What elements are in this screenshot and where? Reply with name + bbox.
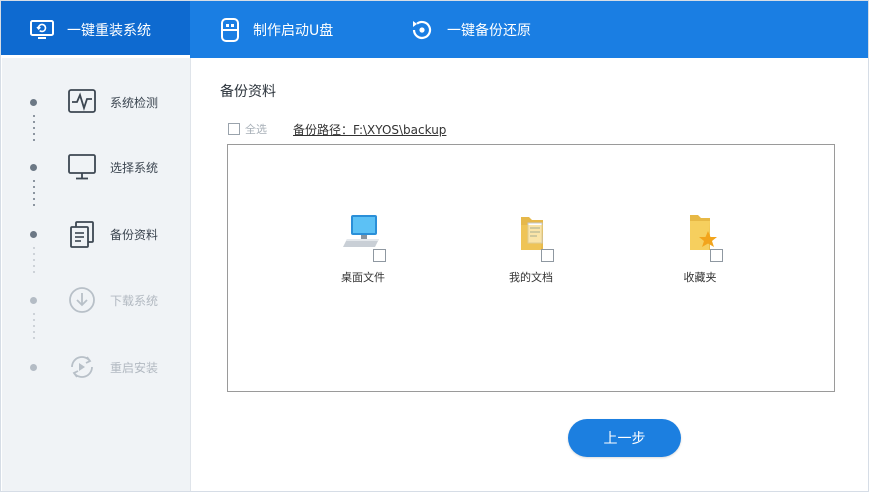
monitor-refresh-icon — [29, 19, 55, 41]
file-label: 桌面文件 — [341, 271, 385, 284]
documents-icon — [66, 218, 98, 250]
step-connector — [33, 313, 35, 343]
step-reboot-install: 重启安装 — [2, 347, 190, 387]
steps-sidebar: 系统检测 选择系统 备份资料 下载系统 重启安装 — [2, 58, 191, 491]
download-icon — [66, 284, 98, 316]
step-system-check: 系统检测 — [2, 82, 190, 122]
tab-make-boot-usb[interactable]: 制作启动U盘 — [219, 1, 379, 58]
step-download-system: 下载系统 — [2, 280, 190, 320]
file-item-desktop[interactable]: 桌面文件 — [323, 211, 403, 291]
file-checkbox[interactable] — [373, 249, 386, 262]
restore-icon — [409, 17, 435, 43]
reboot-icon — [66, 351, 98, 383]
step-connector — [33, 180, 35, 210]
tab-one-click-reinstall[interactable]: 一键重装系统 — [1, 1, 190, 58]
backup-file-panel: 桌面文件 我的文档 收藏夹 — [227, 144, 835, 392]
pulse-monitor-icon — [66, 86, 98, 118]
select-all-checkbox[interactable]: 全选 — [228, 121, 267, 137]
select-all-label: 全选 — [245, 123, 267, 136]
step-dot — [30, 297, 37, 304]
step-dot — [30, 364, 37, 371]
step-dot — [30, 164, 37, 171]
step-backup-data: 备份资料 — [2, 214, 190, 254]
file-item-my-documents[interactable]: 我的文档 — [491, 211, 571, 291]
file-item-favorites[interactable]: 收藏夹 — [660, 211, 740, 291]
checkbox-box[interactable] — [228, 123, 240, 135]
app-window: 一键重装系统 制作启动U盘 一键备份还原 系统检测 选择系统 备份资料 下载系统… — [0, 0, 869, 492]
top-nav-bar: 一键重装系统 制作启动U盘 一键备份还原 — [1, 1, 868, 58]
tab-backup-restore[interactable]: 一键备份还原 — [409, 1, 579, 58]
step-label: 选择系统 — [110, 161, 159, 175]
step-label: 下载系统 — [110, 294, 159, 308]
tab-label: 一键备份还原 — [447, 22, 531, 39]
step-select-system: 选择系统 — [2, 147, 190, 187]
file-checkbox[interactable] — [710, 249, 723, 262]
step-connector — [33, 247, 35, 277]
page-title: 备份资料 — [220, 84, 276, 100]
file-label: 收藏夹 — [683, 271, 717, 284]
file-checkbox[interactable] — [541, 249, 554, 262]
step-label: 重启安装 — [110, 361, 159, 375]
step-dot — [30, 99, 37, 106]
backup-path-link[interactable]: 备份路径：F:\XYOS\backup — [293, 121, 446, 138]
step-dot — [30, 231, 37, 238]
step-connector — [33, 115, 35, 145]
step-label: 系统检测 — [110, 96, 159, 110]
usb-drive-icon — [219, 17, 241, 43]
tab-label: 制作启动U盘 — [253, 22, 334, 39]
monitor-icon — [66, 151, 98, 183]
previous-step-button[interactable]: 上一步 — [568, 419, 681, 457]
file-label: 我的文档 — [509, 271, 553, 284]
step-label: 备份资料 — [110, 228, 159, 242]
tab-label: 一键重装系统 — [67, 22, 151, 39]
